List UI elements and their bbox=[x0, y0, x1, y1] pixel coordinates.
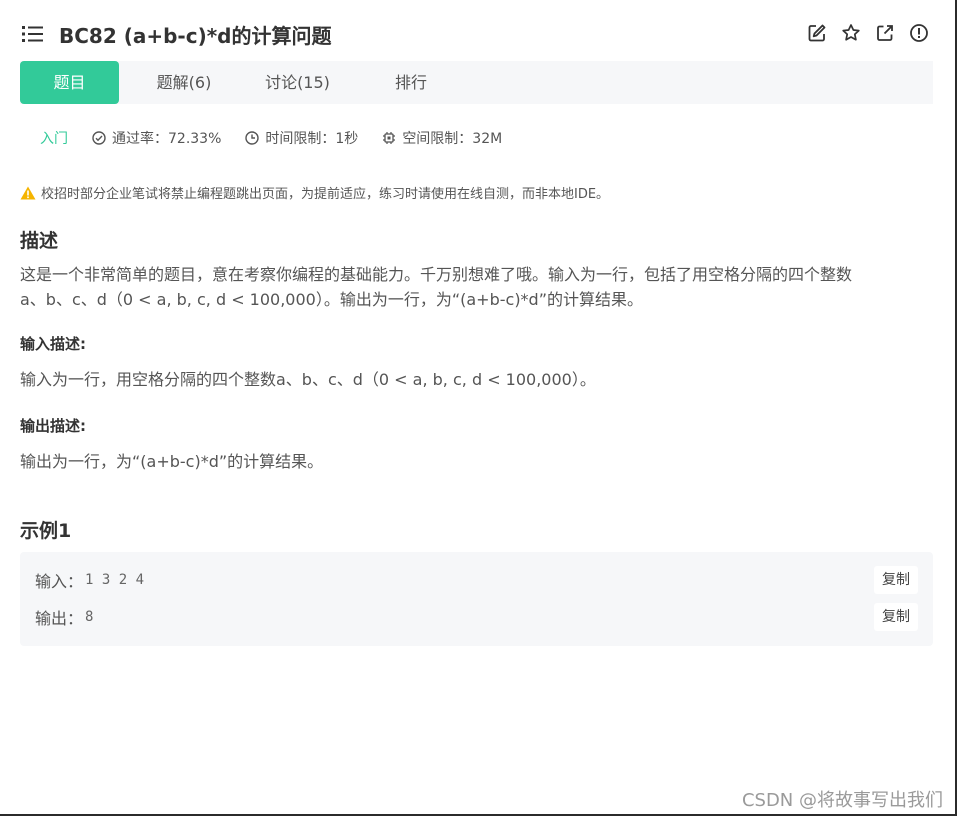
time-limit: 时间限制：1秒 bbox=[245, 128, 358, 148]
example-input-row: 输入： 1 3 2 4 bbox=[35, 568, 144, 592]
tab-problem[interactable]: 题目 bbox=[20, 61, 119, 104]
warning-text: 校招时部分企业笔试将禁止编程题跳出页面，为提前适应，练习时请使用在线自测，而非本… bbox=[41, 187, 610, 202]
tab-ranking[interactable]: 排行 bbox=[375, 61, 447, 104]
csdn-watermark: CSDN @将故事写出我们 bbox=[741, 790, 943, 811]
description-line-1: 这是一个非常简单的题目，意在考察你编程的基础能力。千万别想难了哦。输入为一行，包… bbox=[20, 265, 853, 284]
warning-icon bbox=[20, 186, 36, 199]
tab-bar: 题目 题解(6) 讨论(15) 排行 bbox=[20, 61, 933, 104]
description-heading: 描述 bbox=[20, 230, 59, 252]
time-limit-text: 时间限制：1秒 bbox=[265, 131, 359, 147]
difficulty-badge: 入门 bbox=[40, 131, 68, 147]
report-icon[interactable] bbox=[909, 23, 929, 43]
edit-icon[interactable] bbox=[807, 23, 827, 43]
description-line-2: a、b、c、d（0 < a, b, c, d < 100,000）。输出为一行，… bbox=[20, 290, 644, 309]
example-output-label: 输出： bbox=[35, 609, 84, 628]
example-output-row: 输出： 8 bbox=[35, 605, 93, 629]
input-description-heading: 输入描述: bbox=[20, 335, 86, 353]
problem-header: BC82 (a+b-c)*d的计算问题 bbox=[0, 0, 955, 62]
chip-icon bbox=[383, 132, 396, 144]
input-description-text: 输入为一行，用空格分隔的四个整数a、b、c、d（0 < a, b, c, d <… bbox=[20, 370, 596, 389]
example-heading: 示例1 bbox=[20, 520, 72, 542]
output-description-heading: 输出描述: bbox=[20, 417, 86, 435]
tab-solutions[interactable]: 题解(6) bbox=[138, 61, 230, 104]
copy-input-button[interactable]: 复制 bbox=[874, 566, 918, 594]
example-input-value: 1 3 2 4 bbox=[85, 572, 145, 588]
pass-rate: 通过率：72.33% bbox=[92, 128, 221, 148]
output-description-text: 输出为一行，为“(a+b-c)*d”的计算结果。 bbox=[20, 452, 324, 471]
example-input-label: 输入： bbox=[35, 572, 84, 591]
pass-rate-text: 通过率：72.33% bbox=[112, 131, 222, 147]
example-box: 输入： 1 3 2 4 复制 输出： 8 复制 bbox=[20, 552, 933, 646]
space-limit-text: 空间限制：32M bbox=[402, 131, 503, 147]
external-link-icon[interactable] bbox=[875, 23, 895, 43]
header-actions bbox=[807, 23, 929, 43]
problem-meta: 入门 通过率：72.33% 时间限制：1秒 空间限制：32M bbox=[40, 128, 526, 148]
copy-output-button[interactable]: 复制 bbox=[874, 603, 918, 631]
clock-icon bbox=[245, 131, 260, 145]
check-circle-icon bbox=[92, 131, 106, 145]
list-menu-icon[interactable] bbox=[22, 25, 44, 43]
exam-warning: 校招时部分企业笔试将禁止编程题跳出页面，为提前适应，练习时请使用在线自测，而非本… bbox=[20, 183, 609, 202]
space-limit: 空间限制：32M bbox=[382, 128, 502, 148]
example-output-value: 8 bbox=[85, 609, 94, 625]
tab-discussion[interactable]: 讨论(15) bbox=[250, 61, 345, 104]
star-icon[interactable] bbox=[841, 23, 861, 43]
page-title: BC82 (a+b-c)*d的计算问题 bbox=[59, 24, 332, 48]
